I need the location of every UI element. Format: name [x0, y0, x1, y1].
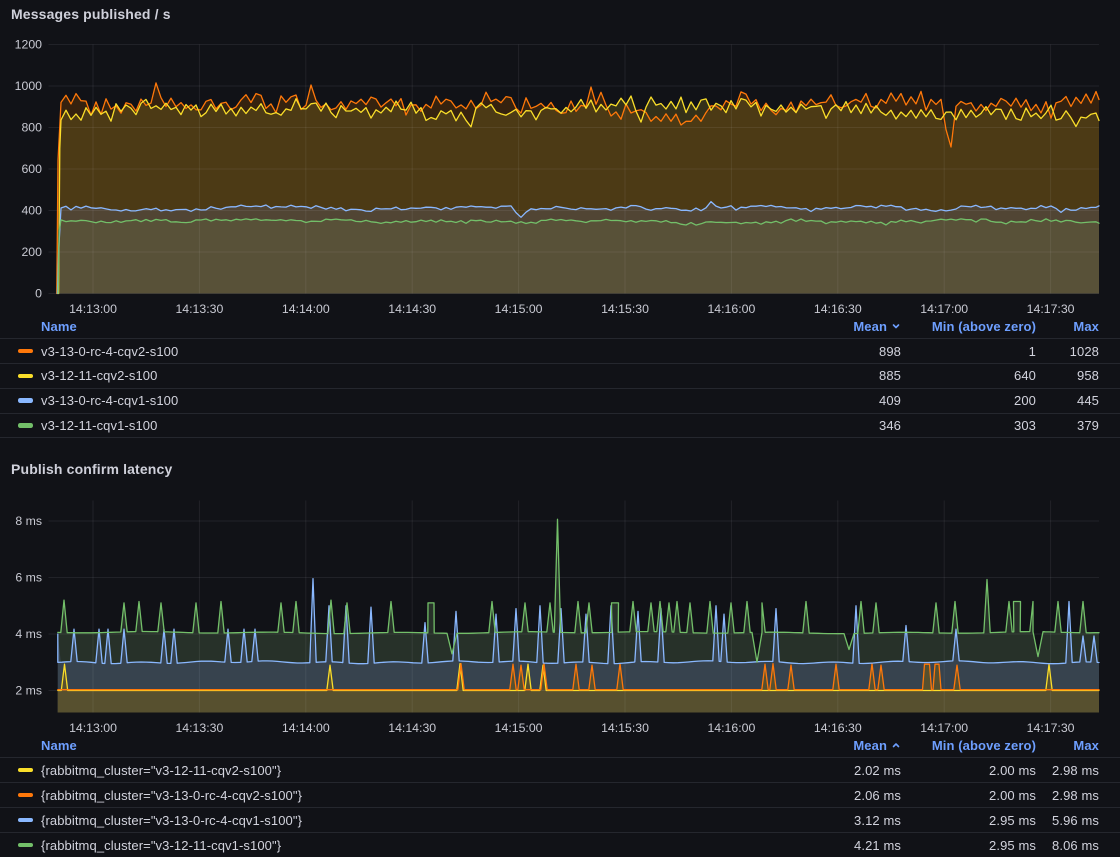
svg-text:600: 600	[21, 162, 42, 176]
svg-text:6 ms: 6 ms	[15, 571, 42, 585]
svg-text:1200: 1200	[15, 38, 43, 52]
svg-text:0: 0	[35, 287, 42, 301]
svg-text:400: 400	[21, 204, 42, 218]
svg-text:8 ms: 8 ms	[15, 514, 42, 528]
svg-text:1000: 1000	[15, 79, 43, 93]
svg-text:200: 200	[21, 245, 42, 259]
svg-text:2 ms: 2 ms	[15, 684, 42, 698]
svg-text:4 ms: 4 ms	[15, 627, 42, 641]
svg-text:800: 800	[21, 121, 42, 135]
